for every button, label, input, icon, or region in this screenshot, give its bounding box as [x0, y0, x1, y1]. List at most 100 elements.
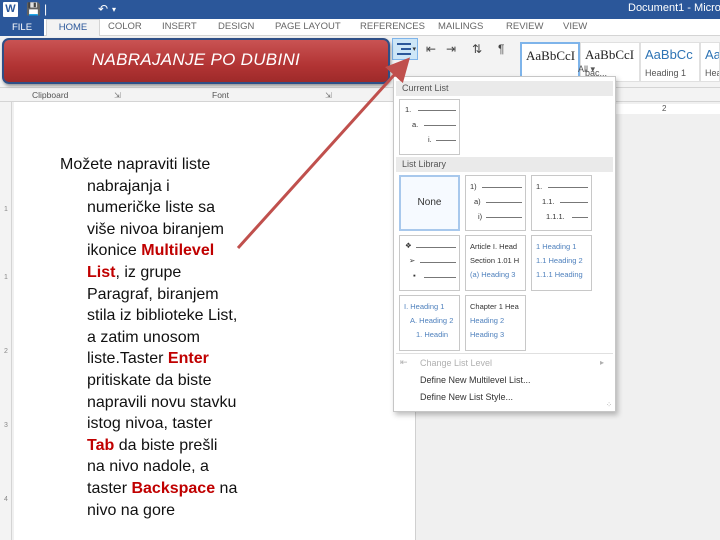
list-style-article-section[interactable]: Article I. Head Section 1.01 H (a) Headi…	[465, 235, 526, 291]
keyword-list: List	[87, 263, 116, 281]
list-line	[486, 217, 522, 218]
list-level-text: 1 Heading 1	[536, 242, 577, 251]
list-level-text: Article I. Head	[470, 242, 518, 251]
undo-icon[interactable]: ↶	[98, 2, 108, 17]
tab-insert[interactable]: INSERT	[162, 21, 197, 32]
list-level-marker: 1.	[405, 105, 412, 114]
style-sample: AaBbCc	[645, 47, 693, 62]
body-line: List, iz grupe	[60, 262, 290, 284]
body-line: Paragraf, biranjem	[87, 285, 219, 303]
tab-review[interactable]: REVIEW	[506, 21, 543, 32]
list-style-heading-numbered[interactable]: 1 Heading 1 1.1 Heading 2 1.1.1 Heading	[531, 235, 592, 291]
list-line	[482, 187, 522, 188]
chevron-down-icon: ▾	[590, 64, 596, 74]
body-line: ikonice Multilevel	[60, 240, 290, 262]
tab-design[interactable]: DESIGN	[218, 21, 254, 32]
current-list-thumbnail[interactable]: 1. a. i.	[399, 99, 460, 155]
style-heading-1[interactable]: AaBbCc Heading 1	[640, 42, 700, 82]
ruler-number: 1	[4, 206, 8, 213]
body-line: napravili novu stavku	[87, 393, 237, 411]
list-level-text: Chapter 1 Hea	[470, 302, 519, 311]
tab-references[interactable]: REFERENCES	[360, 21, 425, 32]
list-level-text: I. Heading 1	[404, 302, 445, 311]
body-line: taster Backspace na	[60, 478, 290, 500]
body-line: više nivoa biranjem	[87, 220, 224, 238]
define-new-list-style-item[interactable]: Define New List Style...	[420, 392, 513, 402]
styles-filter-all[interactable]: All ▾	[578, 64, 595, 75]
resize-grip-icon[interactable]: ⁘	[606, 401, 612, 409]
list-style-chapter-heading[interactable]: Chapter 1 Hea Heading 2 Heading 3	[465, 295, 526, 351]
list-line	[436, 140, 456, 141]
sort-icon[interactable]: ⇅	[472, 42, 482, 56]
list-level-marker: i.	[428, 135, 432, 144]
style-heading-2[interactable]: AaBb Hea	[700, 42, 720, 82]
keyword-backspace: Backspace	[131, 479, 216, 497]
keyword-multilevel: Multilevel	[141, 242, 215, 260]
decrease-indent-icon[interactable]: ⇤	[426, 42, 436, 56]
tab-mailings[interactable]: MAILINGS	[438, 21, 483, 32]
tab-view[interactable]: VIEW	[563, 21, 587, 32]
list-line	[418, 110, 456, 111]
callout-title: NABRAJANJE PO DUBINI	[91, 50, 301, 69]
list-level-text: 1.1.1 Heading	[536, 270, 583, 279]
tab-home[interactable]: HOME	[46, 19, 100, 37]
font-launcher-icon[interactable]: ⇲	[325, 91, 332, 100]
body-line: nabrajanja i	[87, 177, 170, 195]
list-line	[486, 202, 522, 203]
callout-banner: NABRAJANJE PO DUBINI	[2, 38, 390, 84]
group-label-clipboard: Clipboard	[32, 90, 69, 100]
word-app-icon[interactable]: W	[3, 2, 18, 17]
tab-color[interactable]: COLOR	[108, 21, 142, 32]
increase-indent-icon[interactable]: ⇥	[446, 42, 456, 56]
list-style-roman-heading[interactable]: I. Heading 1 A. Heading 2 1. Headin	[399, 295, 460, 351]
ruler-number: 4	[4, 496, 8, 503]
save-icon[interactable]: 💾	[26, 2, 41, 17]
list-line	[572, 217, 588, 218]
multilevel-dropdown-caret-icon: ▾	[412, 46, 416, 53]
menu-divider	[396, 353, 613, 354]
list-level-text: (a) Heading 3	[470, 270, 516, 279]
body-line: stila iz biblioteke List,	[87, 307, 238, 325]
current-list-header: Current List	[396, 81, 613, 96]
list-style-numbered-outline[interactable]: 1. 1.1. 1.1.1.	[531, 175, 592, 231]
list-library-header: List Library	[396, 157, 613, 172]
clipboard-launcher-icon[interactable]: ⇲	[114, 91, 121, 100]
group-label-font: Font	[212, 90, 230, 100]
body-line: Možete napraviti liste	[60, 156, 211, 173]
body-text: ikonice	[87, 242, 142, 260]
define-new-multilevel-list-item[interactable]: Define New Multilevel List...	[420, 375, 531, 385]
show-formatting-marks-icon[interactable]: ¶	[498, 42, 504, 56]
multilevel-list-dropdown: Current List 1. a. i. List Library None …	[393, 76, 616, 412]
list-level-marker: 1)	[470, 182, 477, 191]
tab-file[interactable]: FILE	[0, 19, 44, 36]
body-text: da biste prešli	[114, 436, 218, 454]
style-name: Hea	[705, 68, 720, 78]
style-sample: AaBb	[705, 47, 720, 62]
tab-page-layout[interactable]: PAGE LAYOUT	[275, 21, 341, 32]
list-level-text: Heading 2	[470, 316, 505, 325]
list-level-marker: i)	[478, 212, 483, 221]
body-line: istog nivoa, taster	[87, 415, 213, 433]
bullet-arrow-icon: ➢	[409, 256, 416, 265]
body-line: liste.Taster Enter	[60, 348, 290, 370]
style-name: Heading 1	[645, 68, 687, 78]
body-line: numeričke liste sa	[87, 199, 216, 217]
ribbon-tabs: FILE HOME COLOR INSERT DESIGN PAGE LAYOU…	[0, 19, 720, 37]
list-line	[548, 187, 588, 188]
style-sample: AaBbCcI	[585, 47, 635, 62]
list-level-text: Heading 3	[470, 330, 505, 339]
multilevel-list-button[interactable]: ▾	[392, 38, 418, 60]
ruler-number: 2	[662, 104, 667, 113]
list-style-none[interactable]: None	[399, 175, 460, 231]
list-style-bullets[interactable]: ❖ ➢ ▪	[399, 235, 460, 291]
list-style-parenthesis[interactable]: 1) a) i)	[465, 175, 526, 231]
undo-dropdown-icon[interactable]: ▾	[112, 2, 116, 17]
ruler-number: 2	[4, 348, 8, 355]
body-line: nivo na gore	[87, 501, 176, 519]
list-line	[420, 262, 456, 263]
list-line	[424, 125, 456, 126]
change-list-level-item[interactable]: Change List Level	[420, 358, 492, 368]
body-text: , iz grupe	[115, 263, 182, 281]
list-level-text: Section 1.01 H	[470, 256, 520, 265]
list-line	[560, 202, 588, 203]
